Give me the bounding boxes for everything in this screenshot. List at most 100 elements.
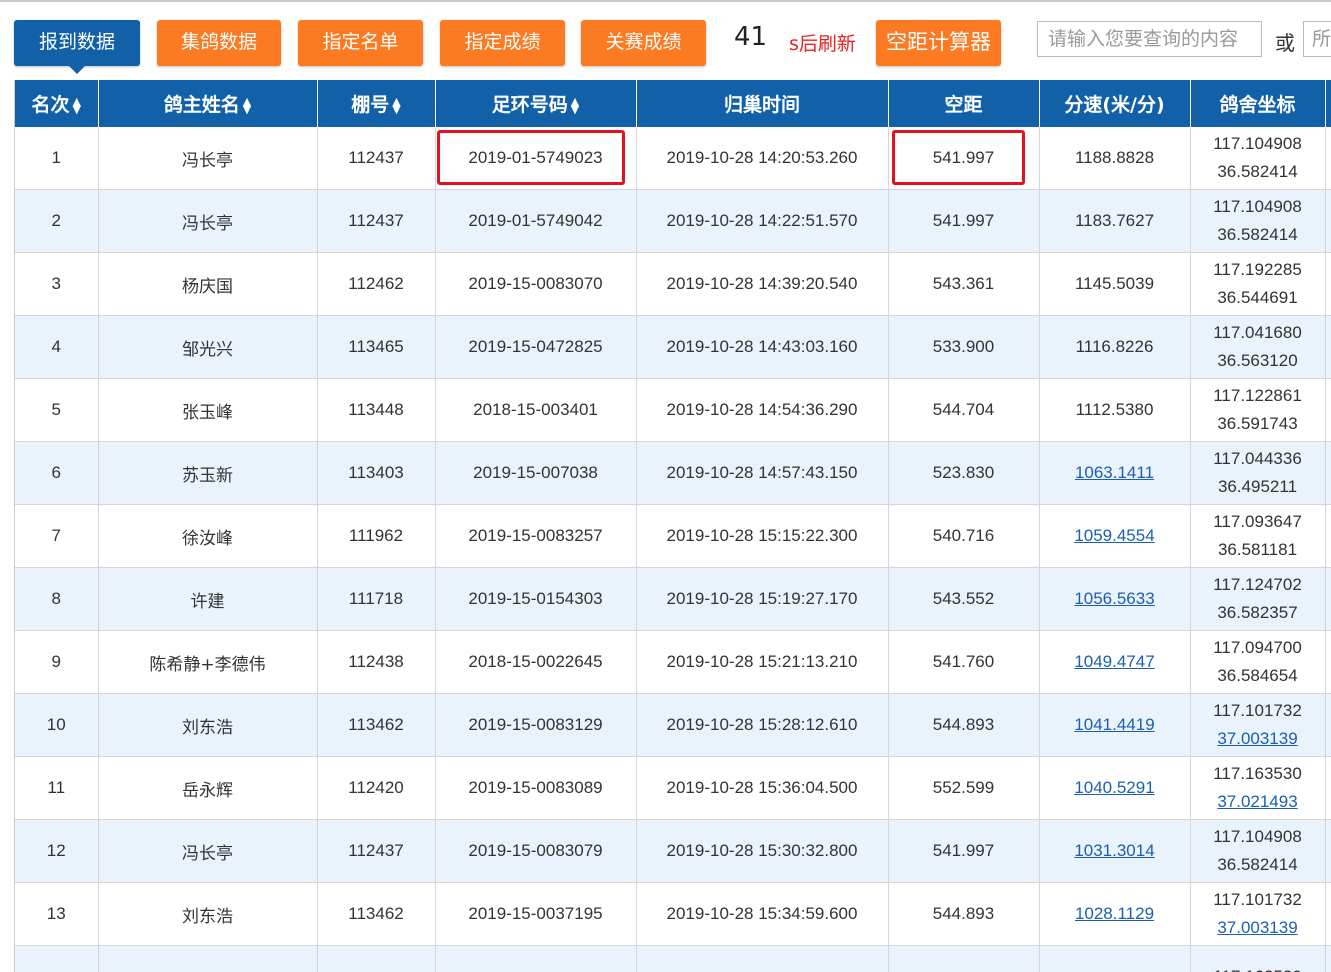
header-rank[interactable]: 名次 ▲ ▼	[15, 80, 99, 127]
latitude: 36.582414	[1217, 162, 1298, 181]
loft-cell: 113448	[317, 378, 436, 442]
rank-cell: 8	[15, 567, 99, 631]
sort-updown-icon[interactable]: ▲ ▼	[243, 96, 251, 115]
loft-cell: 112437	[317, 819, 436, 883]
speed-cell: 1145.5039	[1039, 252, 1191, 316]
rank-cell: 3	[15, 252, 99, 316]
ring-number-cell: 2019-15-0037195	[435, 882, 637, 946]
speed-link[interactable]: 1028.1129	[1075, 904, 1154, 923]
ring-number-cell: 2019-01-5749023	[435, 127, 637, 190]
rank-cell: 6	[15, 441, 99, 505]
return-time-cell: 2019-10-28 14:57:43.150	[636, 441, 889, 505]
speed-link[interactable]: 1040.5291	[1074, 778, 1154, 797]
loft-cell: 112437	[317, 127, 436, 190]
distance-cell: 544.893	[888, 693, 1040, 757]
loft-cell: 112462	[317, 252, 436, 316]
owner-cell: 杨庆国	[98, 252, 318, 316]
table-row: 4 邹光兴 113465 2019-15-0472825 2019-10-28 14:4…	[15, 315, 1331, 379]
speed-cell	[1039, 945, 1191, 972]
table-row: 2 冯长亭 112437 2019-01-5749042 2019-10-28 14:2…	[15, 189, 1331, 253]
owner-cell: 许建	[98, 567, 318, 631]
rank-cell: 1	[15, 127, 99, 190]
tab-closing-results[interactable]: 关赛成绩	[581, 20, 706, 66]
speed-cell: 1059.4554	[1039, 504, 1191, 568]
return-time-cell: 2019-10-28 14:54:36.290	[636, 378, 889, 442]
distance-calculator-button[interactable]: 空距计算器	[876, 20, 1001, 66]
tab-checkin-data[interactable]: 报到数据	[14, 20, 140, 74]
speed-link[interactable]: 1059.4554	[1074, 526, 1154, 545]
latitude-wrap: 37.021493	[1191, 788, 1325, 816]
ring-number-cell	[435, 945, 637, 972]
speed-cell: 1056.5633	[1039, 567, 1191, 631]
owner-cell: 岳永辉	[98, 756, 318, 820]
latitude: 36.582414	[1217, 855, 1298, 874]
return-time-cell: 2019-10-28 15:28:12.610	[636, 693, 889, 757]
longitude: 117.044336	[1213, 449, 1302, 468]
table-row: 7 徐汝峰 111962 2019-15-0083257 2019-10-28 15:1…	[15, 504, 1331, 568]
distance-cell: 544.704	[888, 378, 1040, 442]
filter-select[interactable]: 所	[1303, 21, 1331, 57]
rank-cell: 5	[15, 378, 99, 442]
longitude: 117.104908	[1213, 827, 1302, 846]
ring-number-cell: 2019-15-0083079	[435, 819, 637, 883]
coordinates-cell: 117.163530 37.021493	[1190, 756, 1326, 820]
coordinates-cell: 117.104908 36.582414	[1190, 189, 1326, 253]
table-row: 13 刘东浩 113462 2019-15-0037195 2019-10-28 15:…	[15, 882, 1331, 946]
speed-link[interactable]: 1049.4747	[1074, 652, 1154, 671]
speed-link[interactable]: 1031.3014	[1074, 841, 1154, 860]
speed-link[interactable]: 1063.1411	[1075, 463, 1154, 482]
distance-cell: 541.997	[888, 127, 1040, 190]
speed-cell: 1116.8226	[1039, 315, 1191, 379]
latitude-link[interactable]: 37.003139	[1217, 729, 1297, 748]
longitude: 117.041680	[1213, 323, 1302, 342]
speed-link[interactable]: 1041.4419	[1074, 715, 1154, 734]
header-label: 棚号	[351, 94, 390, 116]
latitude-link[interactable]: 37.021493	[1217, 792, 1297, 811]
latitude: 36.495211	[1217, 477, 1298, 496]
speed-cell: 1063.1411	[1039, 441, 1191, 505]
sort-updown-icon[interactable]: ▲ ▼	[73, 96, 81, 115]
header-loft[interactable]: 棚号 ▲ ▼	[317, 80, 436, 127]
distance-cell: 543.361	[888, 252, 1040, 316]
return-time-cell: 2019-10-28 14:20:53.260	[636, 127, 889, 190]
sort-updown-icon[interactable]: ▲ ▼	[392, 96, 400, 115]
tab-designated-results[interactable]: 指定成绩	[440, 20, 565, 66]
longitude: 117.192285	[1213, 260, 1302, 279]
speed-cell: 1049.4747	[1039, 630, 1191, 694]
distance-cell: 540.716	[888, 504, 1040, 568]
search-input[interactable]	[1037, 21, 1262, 57]
coordinates-cell: 117.094700 36.584654	[1190, 630, 1326, 694]
ring-number-cell: 2019-15-0154303	[435, 567, 637, 631]
longitude: 117.101732	[1213, 701, 1302, 720]
tab-collection-data[interactable]: 集鸽数据	[157, 20, 281, 66]
owner-cell: 刘东浩	[98, 882, 318, 946]
rank-cell: 9	[15, 630, 99, 694]
owner-cell: 张玉峰	[98, 378, 318, 442]
longitude: 117.101732	[1213, 890, 1302, 909]
longitude: 117.093647	[1213, 512, 1302, 531]
return-time-cell: 2019-10-28 15:21:13.210	[636, 630, 889, 694]
distance-cell: 552.599	[888, 756, 1040, 820]
table-row: 8 许建 111718 2019-15-0154303 2019-10-28 15:19…	[15, 567, 1331, 631]
owner-cell: 冯长亭	[98, 127, 318, 190]
return-time-cell: 2019-10-28 15:15:22.300	[636, 504, 889, 568]
header-ring-number[interactable]: 足环号码 ▲ ▼	[435, 80, 637, 127]
latitude-link[interactable]: 37.003139	[1217, 918, 1297, 937]
ring-number-cell: 2019-15-0083129	[435, 693, 637, 757]
header-label: 名次	[31, 94, 70, 116]
sort-updown-icon[interactable]: ▲ ▼	[571, 96, 579, 115]
distance-cell: 544.893	[888, 882, 1040, 946]
distance-cell: 541.997	[888, 819, 1040, 883]
header-owner[interactable]: 鸽主姓名 ▲ ▼	[98, 80, 318, 127]
longitude: 117.163530	[1213, 764, 1302, 783]
owner-cell	[98, 945, 318, 972]
speed-cell: 1112.5380	[1039, 378, 1191, 442]
owner-cell: 邹光兴	[98, 315, 318, 379]
tab-designated-list[interactable]: 指定名单	[298, 20, 423, 66]
rank-cell	[15, 945, 99, 972]
longitude: 117.104908	[1213, 134, 1302, 153]
speed-link[interactable]: 1056.5633	[1074, 589, 1154, 608]
header-label: 分速(米/分)	[1064, 94, 1165, 116]
longitude: 117.122861	[1213, 386, 1302, 405]
table-row: 117.163530	[15, 945, 1331, 972]
